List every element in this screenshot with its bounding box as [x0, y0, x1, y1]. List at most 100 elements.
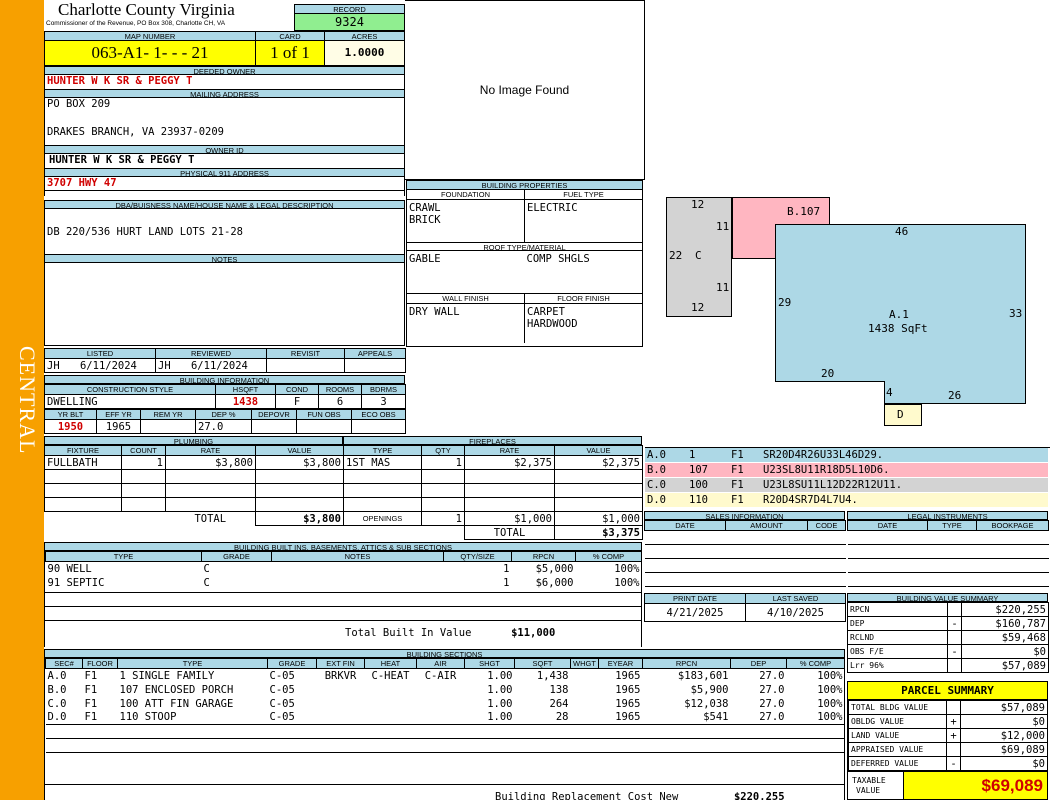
- table-row: B.0 F1 107 ENCLOSED PORCH C-05 1.00 138 1965 $5…: [46, 683, 845, 697]
- construction-style-label: CONSTRUCTION STYLE: [44, 384, 216, 395]
- summary-row: RCLND $59,468: [847, 630, 1049, 645]
- summary-cell: +: [946, 728, 961, 743]
- built-in-comp: 100%: [614, 562, 640, 575]
- openings-rate: $1,000: [464, 511, 555, 526]
- effective-year: 1965: [96, 419, 141, 434]
- revisit-label: REVISIT: [266, 348, 345, 359]
- summary-row: OBS F/E - $0: [847, 644, 1049, 659]
- legend-code: 110: [689, 494, 708, 506]
- fuel-type: ELECTRIC: [527, 202, 578, 214]
- last-saved-date: 4/10/2025: [745, 603, 846, 622]
- built-in-qty: 1: [503, 576, 510, 589]
- record-box: RECORD 9324: [294, 4, 405, 31]
- building-value-summary: BUILDING VALUE SUMMARY RPCN $220,255 DEP - $…: [847, 593, 1049, 673]
- legend-row: A.0 1 F1 SR20D4R26U33L46D29.: [645, 448, 1048, 463]
- notes-label: NOTES: [45, 254, 404, 263]
- sidebar: CENTRAL: [0, 0, 44, 800]
- sketch-dim: 11: [716, 220, 730, 233]
- section-cell: $12,038: [684, 697, 729, 710]
- bedrooms: 3: [361, 394, 406, 409]
- owner-id-label: OWNER ID: [45, 145, 404, 154]
- sketch-dim: 4: [886, 386, 893, 399]
- summary-cell: -: [947, 644, 962, 659]
- building-sections: BUILDING SECTIONS SEC# FLOOR TYPE GRADE EXT …: [44, 649, 845, 800]
- notes-area[interactable]: [45, 263, 404, 343]
- section-cell: D.0: [47, 711, 67, 724]
- plumbing-fixture: FULLBATH: [44, 455, 122, 470]
- wall-finish-label: WALL FINISH: [407, 293, 525, 304]
- summary-row: DEFERRED VALUE - $0: [848, 756, 1048, 771]
- section-cell: 27.0: [759, 697, 785, 710]
- listed-date: 6/11/2024: [79, 359, 137, 372]
- reviewed-by: JH: [158, 359, 171, 372]
- sketch-section-a: [775, 224, 1026, 382]
- summary-cell: $0: [960, 714, 1048, 729]
- sketch-dim: 12: [691, 198, 705, 211]
- fireplaces-header: VALUE: [554, 445, 643, 456]
- built-in-rpcn: $6,000: [535, 576, 574, 589]
- section-cell: C.0: [47, 697, 67, 710]
- fireplace-value: $2,375: [554, 455, 643, 470]
- summary-cell: RCLND: [847, 630, 948, 645]
- section-cell: B.0: [47, 683, 67, 696]
- legend-floor: F1: [731, 494, 744, 506]
- sketch-dim: 11: [716, 281, 730, 294]
- mailing-line-1: PO BOX 209: [47, 98, 111, 110]
- section-cell: $5,900: [690, 683, 729, 696]
- taxable-label: TAXABLE VALUE: [848, 772, 904, 799]
- mailing-line-2: DRAKES BRANCH, VA 23937-0209: [47, 126, 225, 138]
- sketch-label-b: B.107: [787, 205, 821, 218]
- summary-cell: [947, 630, 962, 645]
- fireplaces-total-label: TOTAL: [464, 525, 555, 540]
- summary-cell: RPCN: [847, 602, 948, 617]
- section-cell: 1.00: [487, 669, 513, 682]
- section-cell: 1,438: [536, 669, 569, 682]
- map-number: 063-A1- 1- - - 21: [45, 41, 255, 65]
- legal-label: DBA/BUISNESS NAME/HOUSE NAME & LEGAL DES…: [45, 200, 404, 209]
- summary-cell: -: [947, 616, 962, 631]
- map-row: MAP NUMBER 063-A1- 1- - - 21 CARD 1 of 1…: [44, 31, 405, 66]
- summary-cell: -: [946, 756, 961, 771]
- summary-cell: $57,089: [960, 700, 1048, 715]
- legal-instruments-header: TYPE: [927, 520, 977, 531]
- legend-sec: D.0: [647, 494, 666, 506]
- openings-value: $1,000: [554, 511, 643, 526]
- county-header: Charlotte County Virginia Commissioner o…: [44, 0, 294, 31]
- summary-row: DEP - $160,787: [847, 616, 1049, 631]
- section-cell: C-HEAT: [371, 669, 410, 682]
- summary-cell: $0: [961, 644, 1049, 659]
- legend-row: D.0 110 F1 R20D4SR7D4L7U4.: [645, 493, 1048, 508]
- section-cell: F1: [84, 683, 98, 696]
- dep-pct: 27.0: [195, 419, 252, 434]
- bvs-label: BUILDING VALUE SUMMARY: [847, 593, 1048, 602]
- legend-desc: R20D4SR7D4L7U4.: [763, 494, 858, 506]
- building-properties: BUILDING PROPERTIES FOUNDATION FUEL TYPE …: [406, 180, 643, 347]
- fun-obs-label: FUN OBS: [296, 409, 352, 420]
- section-cell: F1: [84, 697, 98, 710]
- section-cell: C-AIR: [424, 669, 457, 682]
- record-label: RECORD: [295, 5, 404, 14]
- rem-yr-label: REM YR: [140, 409, 196, 420]
- built-ins: BUILDING BUILT INS, BASEMENTS, ATTICS & …: [44, 542, 642, 647]
- card-value: 1 of 1: [256, 41, 324, 65]
- depovr-label: DEPOVR: [251, 409, 297, 420]
- legend-sec: A.0: [647, 449, 666, 461]
- sections-header: % COMP: [786, 658, 845, 669]
- section-cell: F1: [84, 711, 98, 724]
- parcel-summary-label: PARCEL SUMMARY: [848, 682, 1047, 700]
- section-cell: [571, 669, 599, 683]
- built-in-rpcn: $5,000: [535, 562, 574, 575]
- yr-blt-label: YR BLT: [44, 409, 97, 420]
- legend-code: 107: [689, 464, 708, 476]
- acres-label: ACRES: [325, 32, 404, 41]
- fireplace-rate: $2,375: [464, 455, 555, 470]
- section-cell: 27.0: [759, 711, 785, 724]
- section-cell: 1.00: [487, 711, 513, 724]
- section-cell: 107 ENCLOSED PORCH: [119, 683, 234, 696]
- roof-label: ROOF TYPE/MATERIAL: [407, 241, 642, 251]
- dep-pct-label: DEP %: [195, 409, 252, 420]
- legend-desc: SR20D4R26U33L46D29.: [763, 449, 884, 461]
- rooms-label: ROOMS: [318, 384, 362, 395]
- section-cell: 264: [549, 697, 569, 710]
- sketch-dim: 22: [669, 249, 683, 262]
